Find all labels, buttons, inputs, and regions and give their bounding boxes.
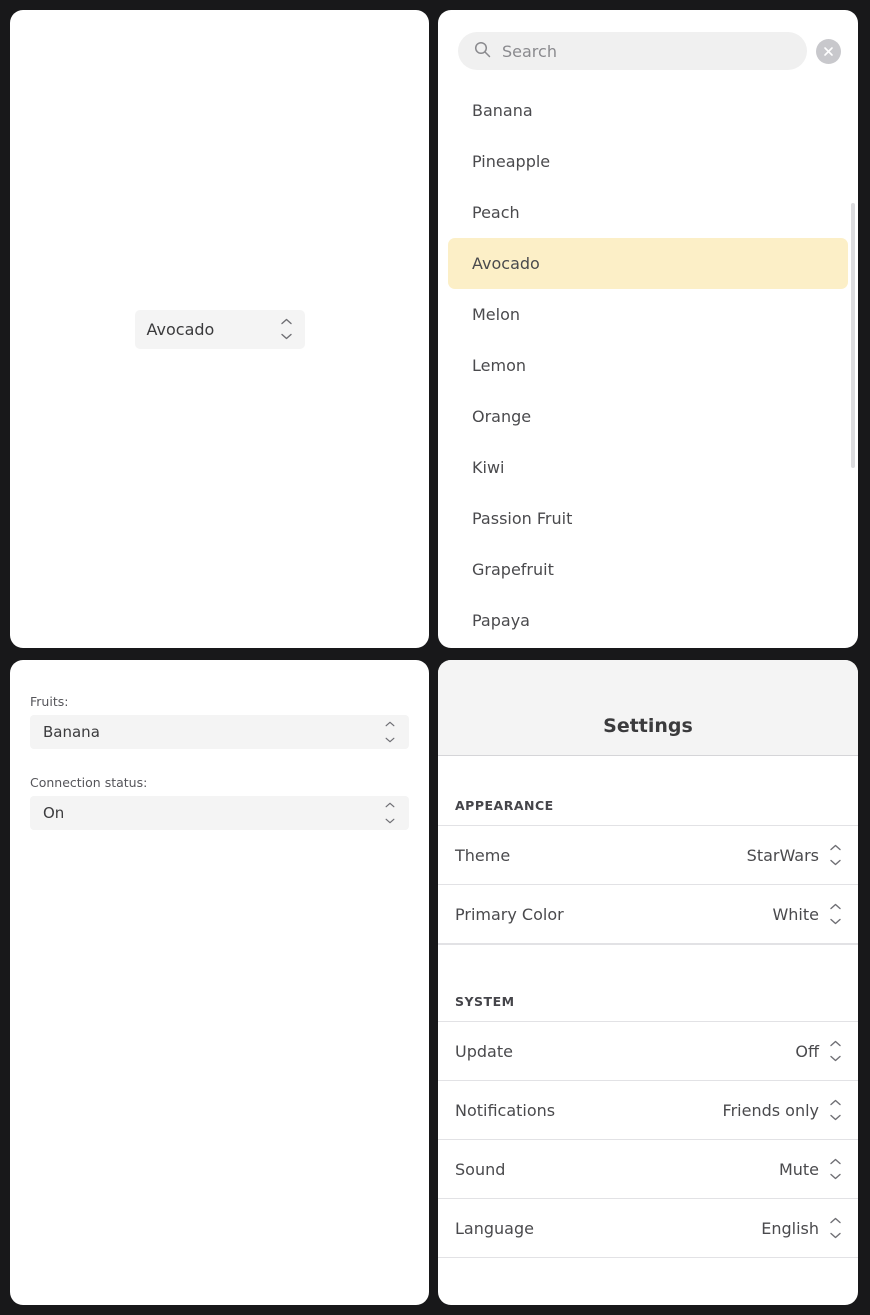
settings-panel: Settings APPEARANCE Theme StarWars Prima…: [438, 660, 858, 1305]
fruits-select[interactable]: Banana: [30, 715, 409, 749]
search-placeholder: Search: [502, 41, 557, 61]
setting-row-update[interactable]: Update Off: [438, 1022, 858, 1081]
section-heading-appearance: APPEARANCE: [438, 756, 858, 826]
labelled-selects-body: Fruits: Banana Connection status: On: [10, 660, 429, 830]
settings-bottom-spacer: [438, 1258, 858, 1270]
list-item[interactable]: Kiwi: [448, 442, 848, 493]
list-item[interactable]: Pineapple: [448, 136, 848, 187]
setting-row-primary-color[interactable]: Primary Color White: [438, 885, 858, 944]
list-item[interactable]: Grapefruit: [448, 544, 848, 595]
setting-row-theme[interactable]: Theme StarWars: [438, 826, 858, 885]
section-heading-system: SYSTEM: [438, 944, 858, 1022]
settings-header: Settings: [438, 660, 858, 756]
fruit-select-value: Avocado: [146, 319, 215, 339]
list-item[interactable]: Peach: [448, 187, 848, 238]
searchable-list-panel: Search Banana Pineapple Peach Avocado Me…: [438, 10, 858, 648]
basic-select-panel-body: Avocado: [10, 10, 429, 648]
chevron-up-down-icon[interactable]: [829, 1217, 841, 1239]
list-item[interactable]: Lemon: [448, 340, 848, 391]
fruit-list[interactable]: Banana Pineapple Peach Avocado Melon Lem…: [438, 85, 858, 646]
list-item[interactable]: Passion Fruit: [448, 493, 848, 544]
list-item[interactable]: Melon: [448, 289, 848, 340]
page-title: Settings: [603, 715, 693, 737]
chevron-up-down-icon[interactable]: [281, 318, 293, 340]
setting-label: Update: [455, 1041, 513, 1061]
setting-label: Language: [455, 1218, 534, 1238]
setting-value: White: [772, 904, 819, 924]
search-input[interactable]: Search: [458, 32, 807, 70]
list-item-label: Orange: [472, 407, 532, 426]
setting-label: Theme: [455, 845, 511, 865]
list-item[interactable]: Papaya: [448, 595, 848, 646]
close-circle-icon[interactable]: [816, 38, 841, 64]
search-icon: [474, 41, 491, 62]
list-item-label: Avocado: [472, 254, 540, 273]
app-root: Avocado Search Banana Pineapple Peach Av…: [0, 0, 870, 1315]
search-row: Search: [438, 10, 858, 70]
setting-value: English: [761, 1218, 819, 1238]
fruits-select-value: Banana: [43, 723, 100, 741]
list-item-label: Lemon: [472, 356, 526, 375]
basic-select-panel: Avocado: [10, 10, 429, 648]
connection-status-select-value: On: [43, 804, 65, 822]
vertical-scrollbar[interactable]: [851, 203, 855, 468]
setting-row-sound[interactable]: Sound Mute: [438, 1140, 858, 1199]
list-item-label: Papaya: [472, 611, 530, 630]
labelled-selects-panel: Fruits: Banana Connection status: On: [10, 660, 429, 1305]
list-item-selected[interactable]: Avocado: [448, 238, 848, 289]
connection-status-select[interactable]: On: [30, 796, 409, 830]
list-item-label: Peach: [472, 203, 520, 222]
chevron-up-down-icon[interactable]: [829, 1158, 841, 1180]
setting-row-notifications[interactable]: Notifications Friends only: [438, 1081, 858, 1140]
chevron-up-down-icon[interactable]: [384, 802, 396, 824]
list-item-label: Kiwi: [472, 458, 505, 477]
list-item-label: Passion Fruit: [472, 509, 573, 528]
setting-value: StarWars: [746, 845, 819, 865]
setting-label: Sound: [455, 1159, 506, 1179]
chevron-up-down-icon[interactable]: [384, 721, 396, 743]
list-item-label: Banana: [472, 101, 533, 120]
setting-value: Mute: [778, 1159, 819, 1179]
fruits-field-label: Fruits:: [30, 694, 69, 709]
list-item[interactable]: Banana: [448, 85, 848, 136]
list-item-label: Grapefruit: [472, 560, 554, 579]
list-item-label: Pineapple: [472, 152, 551, 171]
setting-value: Off: [795, 1041, 819, 1061]
setting-value: Friends only: [722, 1100, 819, 1120]
list-item-label: Melon: [472, 305, 521, 324]
connection-status-field-label: Connection status:: [30, 775, 148, 790]
chevron-up-down-icon[interactable]: [829, 844, 841, 866]
setting-label: Primary Color: [455, 904, 564, 924]
fruit-select[interactable]: Avocado: [134, 309, 305, 349]
setting-row-language[interactable]: Language English: [438, 1199, 858, 1258]
list-item[interactable]: Orange: [448, 391, 848, 442]
chevron-up-down-icon[interactable]: [829, 1099, 841, 1121]
chevron-up-down-icon[interactable]: [829, 903, 841, 925]
chevron-up-down-icon[interactable]: [829, 1040, 841, 1062]
setting-label: Notifications: [455, 1100, 556, 1120]
